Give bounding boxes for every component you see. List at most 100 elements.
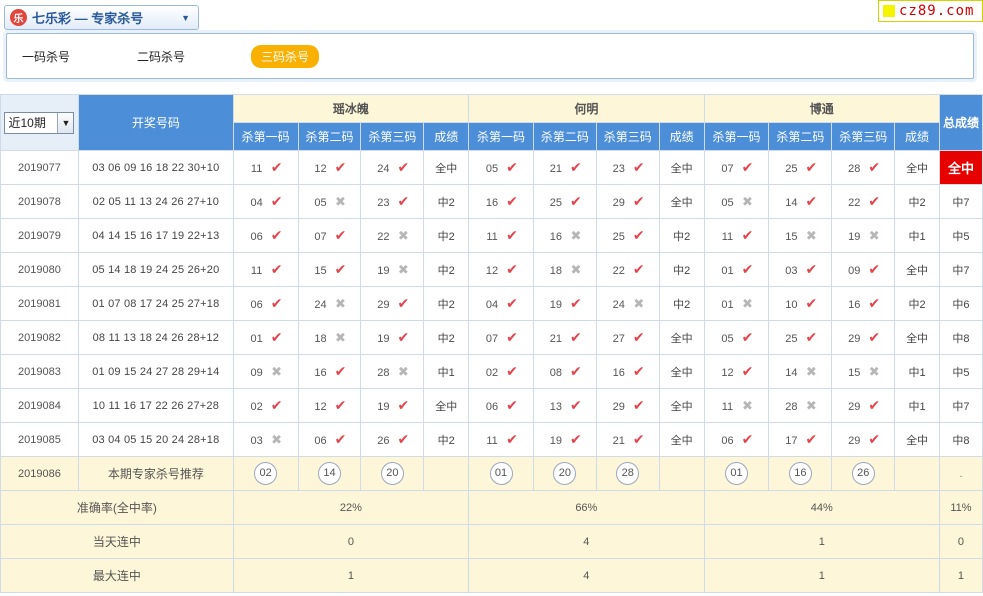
period-cell: 2019079 — [0, 218, 79, 253]
site-brand[interactable]: cz89.com — [878, 0, 983, 22]
tab-kill-one[interactable]: 一码杀号 — [22, 48, 70, 65]
check-icon: ✔ — [570, 431, 582, 447]
cross-icon: ✖ — [335, 295, 346, 311]
total-score-cell: 中8 — [938, 422, 983, 457]
kill-number-cell: 16 ✖ — [532, 218, 597, 253]
kill-number-cell: 24 ✖ — [595, 286, 660, 321]
stats-value: 22% — [232, 490, 470, 525]
draw-numbers-cell: 01 09 15 24 27 28 29+14 — [77, 354, 234, 389]
table-row: 2019080 05 14 18 19 24 25 26+20 11 ✔ 15 ✔ 19 ✖ 中… — [0, 252, 983, 287]
check-icon: ✔ — [632, 193, 645, 209]
cross-icon: ✖ — [397, 227, 409, 243]
kill-number: 12 — [721, 367, 734, 379]
period-select[interactable]: 近10期 ▼ — [4, 111, 75, 134]
lottery-logo-icon: 乐 — [10, 9, 27, 26]
kill-number-cell: 29 ✔ — [831, 422, 896, 457]
pick-number-circle: 14 — [318, 462, 341, 485]
kill-number: 19 — [549, 299, 563, 311]
kill-number: 05 — [721, 196, 734, 209]
check-icon: ✔ — [270, 227, 283, 243]
expert-header: 何明 — [468, 94, 705, 123]
kill-number-cell: 01 ✔ — [232, 320, 299, 355]
period-cell: 2019082 — [0, 320, 79, 355]
kill-number: 16 — [549, 230, 563, 243]
result-cell: 中2 — [423, 218, 470, 253]
kill-number-cell: 19 ✖ — [360, 252, 425, 287]
draw-numbers-cell: 02 05 11 13 24 26 27+10 — [77, 184, 234, 219]
check-icon: ✔ — [270, 329, 283, 345]
kill-number-cell: 24 ✖ — [297, 286, 362, 321]
tab-kill-three[interactable]: 三码杀号 — [251, 45, 320, 68]
check-icon: ✔ — [570, 159, 582, 175]
expert-header: 瑶冰魄 — [232, 94, 470, 123]
stats-value: 1 — [703, 558, 940, 593]
kill-number-cell: 28 ✔ — [831, 150, 896, 185]
result-cell: 中2 — [423, 286, 470, 321]
chevron-down-icon[interactable]: ▼ — [57, 112, 74, 133]
stats-row: 最大连中 1 4 1 1 — [0, 558, 983, 593]
check-icon: ✔ — [805, 261, 818, 277]
check-icon: ✔ — [570, 193, 582, 209]
kill-number-cell: 28 ✖ — [768, 388, 833, 423]
kill-number: 09 — [848, 265, 861, 277]
kill-number-table: 近10期 ▼ 开奖号码 瑶冰魄 何明 博通 总成绩 杀第一码 杀第二码 杀第三码 成绩… — [0, 94, 983, 593]
tab-kill-two[interactable]: 二码杀号 — [137, 48, 185, 65]
result-column-header: 成绩 — [894, 122, 940, 151]
pick-number-circle: 01 — [489, 462, 513, 485]
total-score-cell: 中7 — [938, 184, 983, 219]
kill-number: 02 — [485, 367, 499, 379]
kill-number-cell: 16 ✔ — [595, 354, 660, 389]
kill-number: 29 — [612, 401, 625, 413]
check-icon: ✔ — [805, 295, 818, 311]
kill-number-cell: 06 ✔ — [468, 388, 534, 423]
kill-number-cell: 14 ✔ — [768, 184, 833, 219]
check-icon: ✔ — [397, 295, 410, 311]
chevron-down-icon[interactable]: ▼ — [181, 13, 190, 23]
lottery-selector[interactable]: 乐 七乐彩 — 专家杀号 ▼ — [4, 5, 199, 30]
kill-number-cell: 01 ✖ — [703, 286, 770, 321]
kill-number-cell: 04 ✔ — [468, 286, 534, 321]
kill-number-cell: 22 ✔ — [595, 252, 660, 287]
pick-cell: 14 — [297, 456, 362, 491]
kill-number-cell: 11 ✖ — [703, 388, 770, 423]
kill-number: 29 — [848, 401, 861, 413]
stats-total: 1 — [938, 558, 983, 593]
check-icon: ✔ — [632, 397, 645, 413]
kill-number: 28 — [377, 366, 390, 379]
result-cell: 中1 — [423, 354, 470, 389]
kill-number: 23 — [377, 197, 390, 209]
kill-number: 11 — [486, 435, 498, 447]
check-icon: ✔ — [632, 329, 645, 345]
stats-total: 11% — [938, 490, 983, 525]
total-score-cell: . — [938, 456, 983, 491]
kill-number: 11 — [721, 231, 734, 243]
kill-number-cell: 22 ✔ — [831, 184, 896, 219]
cross-icon: ✖ — [868, 363, 880, 379]
pick-cell: 28 — [595, 456, 660, 491]
brand-text: cz89.com — [899, 3, 975, 19]
check-icon: ✔ — [632, 431, 645, 447]
kill-number: 23 — [612, 163, 625, 175]
draw-numbers-cell: 10 11 16 17 22 26 27+28 — [77, 388, 234, 423]
check-icon: ✔ — [570, 397, 582, 413]
kill-number-cell: 19 ✔ — [532, 286, 597, 321]
kill-number-cell: 02 ✔ — [468, 354, 534, 389]
check-icon: ✔ — [334, 261, 347, 277]
result-cell: 全中 — [658, 422, 705, 457]
kill-number-cell: 25 ✔ — [532, 184, 597, 219]
stats-row: 当天连中 0 4 1 0 — [0, 524, 983, 559]
kill-number-cell: 23 ✔ — [595, 150, 660, 185]
cross-icon: ✖ — [335, 193, 346, 209]
period-select-cell: 近10期 ▼ — [0, 94, 79, 151]
kill-number: 21 — [549, 333, 563, 345]
check-icon: ✔ — [334, 363, 347, 379]
kill-number: 11 — [250, 163, 263, 175]
kill-number: 24 — [612, 298, 625, 311]
app-root: 乐 七乐彩 — 专家杀号 ▼ cz89.com 一码杀号 二码杀号 三码杀号 近… — [0, 0, 983, 596]
draw-numbers-cell: 08 11 13 18 24 26 28+12 — [77, 320, 234, 355]
period-select-value: 近10期 — [8, 116, 46, 130]
check-icon: ✔ — [506, 431, 518, 447]
empty-cell — [658, 456, 705, 491]
kill-number-cell: 11 ✔ — [468, 422, 534, 457]
kill-number-cell: 19 ✔ — [360, 388, 425, 423]
